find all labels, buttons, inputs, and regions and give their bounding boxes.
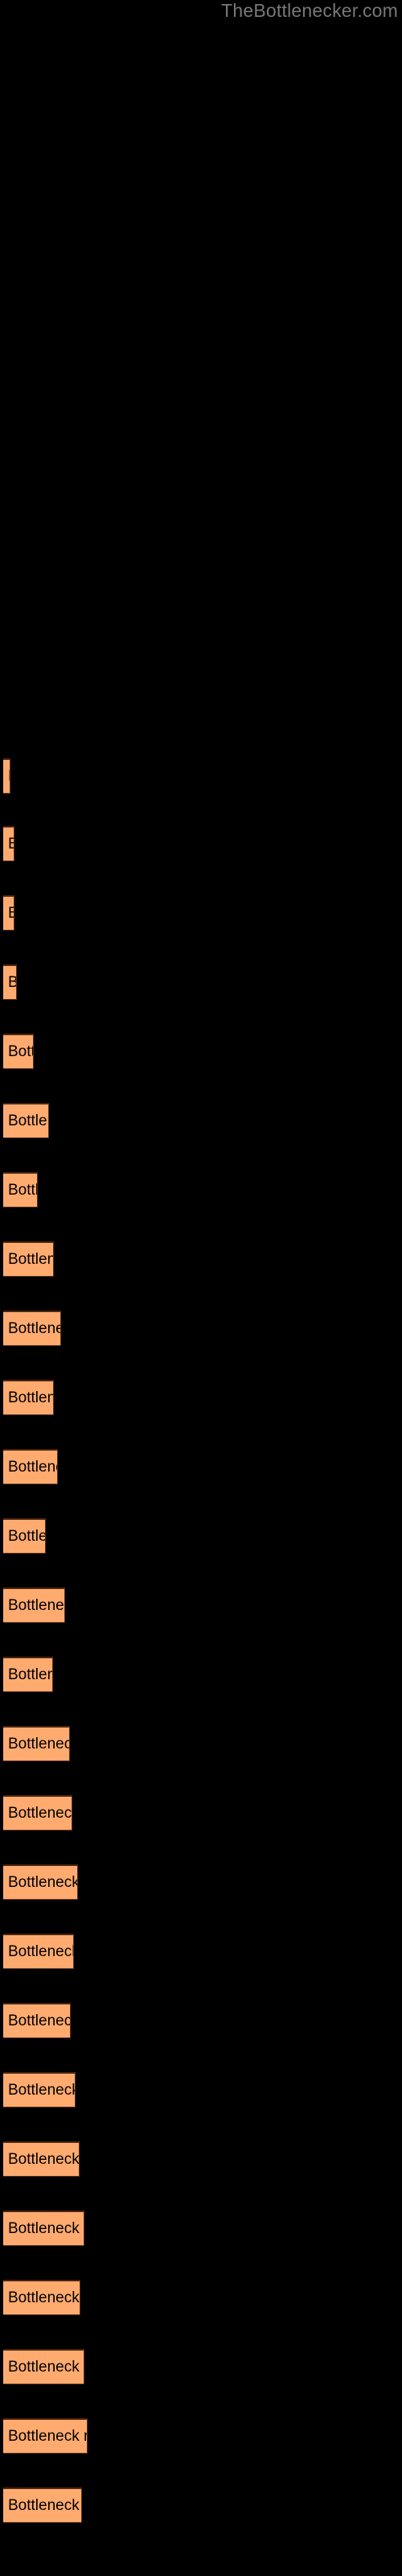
bar[interactable]: Bottleneck result [3, 826, 14, 861]
bar-label: Bottleneck result [8, 2081, 76, 2099]
bar-label: Bottleneck result [8, 1596, 64, 1614]
bar-row[interactable]: Bottleneck result [3, 2072, 76, 2107]
bar-label: Bottleneck result [8, 768, 10, 785]
bar[interactable]: Bottleneck result [3, 1864, 78, 1900]
bar-label: Bottleneck result [8, 2358, 84, 2376]
bar-row[interactable]: Bottleneck result [3, 2418, 88, 2454]
bar-label: Bottleneck result [8, 2150, 80, 2168]
bar[interactable]: Bottleneck result [3, 1449, 58, 1484]
bar[interactable]: Bottleneck result [3, 1103, 49, 1138]
bar-label: Bottleneck result [8, 1250, 53, 1268]
bar-row[interactable]: Bottleneck result [3, 2141, 80, 2177]
bar-row[interactable]: Bottleneck result [3, 1311, 61, 1346]
bar-label: Bottleneck result [8, 2219, 84, 2237]
bar[interactable]: Bottleneck result [3, 1518, 46, 1554]
bar[interactable]: Bottleneck result [3, 2418, 88, 2454]
bar-row[interactable]: Bottleneck result [3, 1449, 58, 1484]
bar-label: Bottleneck result [8, 1181, 38, 1199]
bar[interactable]: Bottleneck result [3, 895, 14, 931]
bar-label: Bottleneck result [8, 1804, 72, 1822]
bar-row[interactable]: Bottleneck result [3, 1864, 78, 1900]
bar-label: Bottleneck result [8, 905, 14, 922]
bar[interactable]: Bottleneck result [3, 1587, 65, 1623]
bar[interactable]: Bottleneck result [3, 2003, 71, 2038]
bar-label: Bottleneck result [8, 2289, 80, 2306]
bar[interactable]: Bottleneck result [3, 1034, 34, 1069]
bar[interactable]: Bottleneck result [3, 2141, 80, 2177]
site-title: TheBottlenecker.com [221, 0, 398, 21]
bar-row[interactable]: Bottleneck result [3, 2487, 82, 2523]
bar-row[interactable]: Bottleneck result [3, 2280, 80, 2315]
bar-row[interactable]: Bottleneck result [3, 964, 17, 1000]
bar[interactable]: Bottleneck result [3, 2487, 82, 2523]
bar-row[interactable]: Bottleneck result [3, 758, 10, 794]
bar[interactable]: Bottleneck result [3, 1241, 54, 1277]
bar-row[interactable]: Bottleneck result [3, 1103, 49, 1138]
bar-row[interactable]: Bottleneck result [3, 1172, 38, 1208]
bar-label: Bottleneck result [8, 836, 14, 852]
bar-label: Bottleneck result [8, 1112, 48, 1129]
bar[interactable]: Bottleneck result [3, 2211, 84, 2246]
bar[interactable]: Bottleneck result [3, 964, 17, 1000]
bar-label: Bottleneck result [8, 1666, 52, 1683]
bar-label: Bottleneck result [8, 1527, 45, 1545]
bar[interactable]: Bottleneck result [3, 1657, 53, 1692]
bar-label: Bottleneck result [8, 974, 16, 991]
bar-label: Bottleneck result [8, 1942, 74, 1960]
bar-row[interactable]: Bottleneck result [3, 895, 14, 931]
bar[interactable]: Bottleneck result [3, 758, 10, 794]
bar[interactable]: Bottleneck result [3, 1311, 61, 1346]
bar-label: Bottleneck result [8, 1042, 33, 1060]
bar-row[interactable]: Bottleneck result [3, 1726, 70, 1761]
bar[interactable]: Bottleneck result [3, 2349, 84, 2384]
bar-row[interactable]: Bottleneck result [3, 1587, 65, 1623]
bar-label: Bottleneck result [8, 2012, 70, 2029]
bar-row[interactable]: Bottleneck result [3, 2349, 84, 2384]
bar-label: Bottleneck result [8, 1389, 53, 1406]
bar-label: Bottleneck result [8, 1873, 78, 1891]
bar-row[interactable]: Bottleneck result [3, 2003, 71, 2038]
bar-row[interactable]: Bottleneck result [3, 2211, 84, 2246]
bar-row[interactable]: Bottleneck result [3, 1034, 34, 1069]
bar-label: Bottleneck result [8, 1735, 69, 1752]
bar-row[interactable]: Bottleneck result [3, 1934, 74, 1969]
bar[interactable]: Bottleneck result [3, 1795, 72, 1831]
bar-label: Bottleneck result [8, 2496, 81, 2514]
bar[interactable]: Bottleneck result [3, 1934, 74, 1969]
bar-label: Bottleneck result [8, 1319, 60, 1337]
bar-row[interactable]: Bottleneck result [3, 826, 14, 861]
bar-label: Bottleneck result [8, 2427, 87, 2445]
bar[interactable]: Bottleneck result [3, 2072, 76, 2107]
bar-chart-plot-area: Bottleneck result Bottleneck result Bottle… [0, 0, 402, 2576]
bar[interactable]: Bottleneck result [3, 1380, 54, 1415]
bar-row[interactable]: Bottleneck result [3, 1795, 72, 1831]
bar-row[interactable]: Bottleneck result [3, 1380, 54, 1415]
bar-row[interactable]: Bottleneck result [3, 1657, 53, 1692]
bar[interactable]: Bottleneck result [3, 2280, 80, 2315]
bar[interactable]: Bottleneck result [3, 1172, 38, 1208]
bar-label: Bottleneck result [8, 1458, 57, 1476]
bar-row[interactable]: Bottleneck result [3, 1518, 46, 1554]
bar[interactable]: Bottleneck result [3, 1726, 70, 1761]
bar-row[interactable]: Bottleneck result [3, 1241, 54, 1277]
